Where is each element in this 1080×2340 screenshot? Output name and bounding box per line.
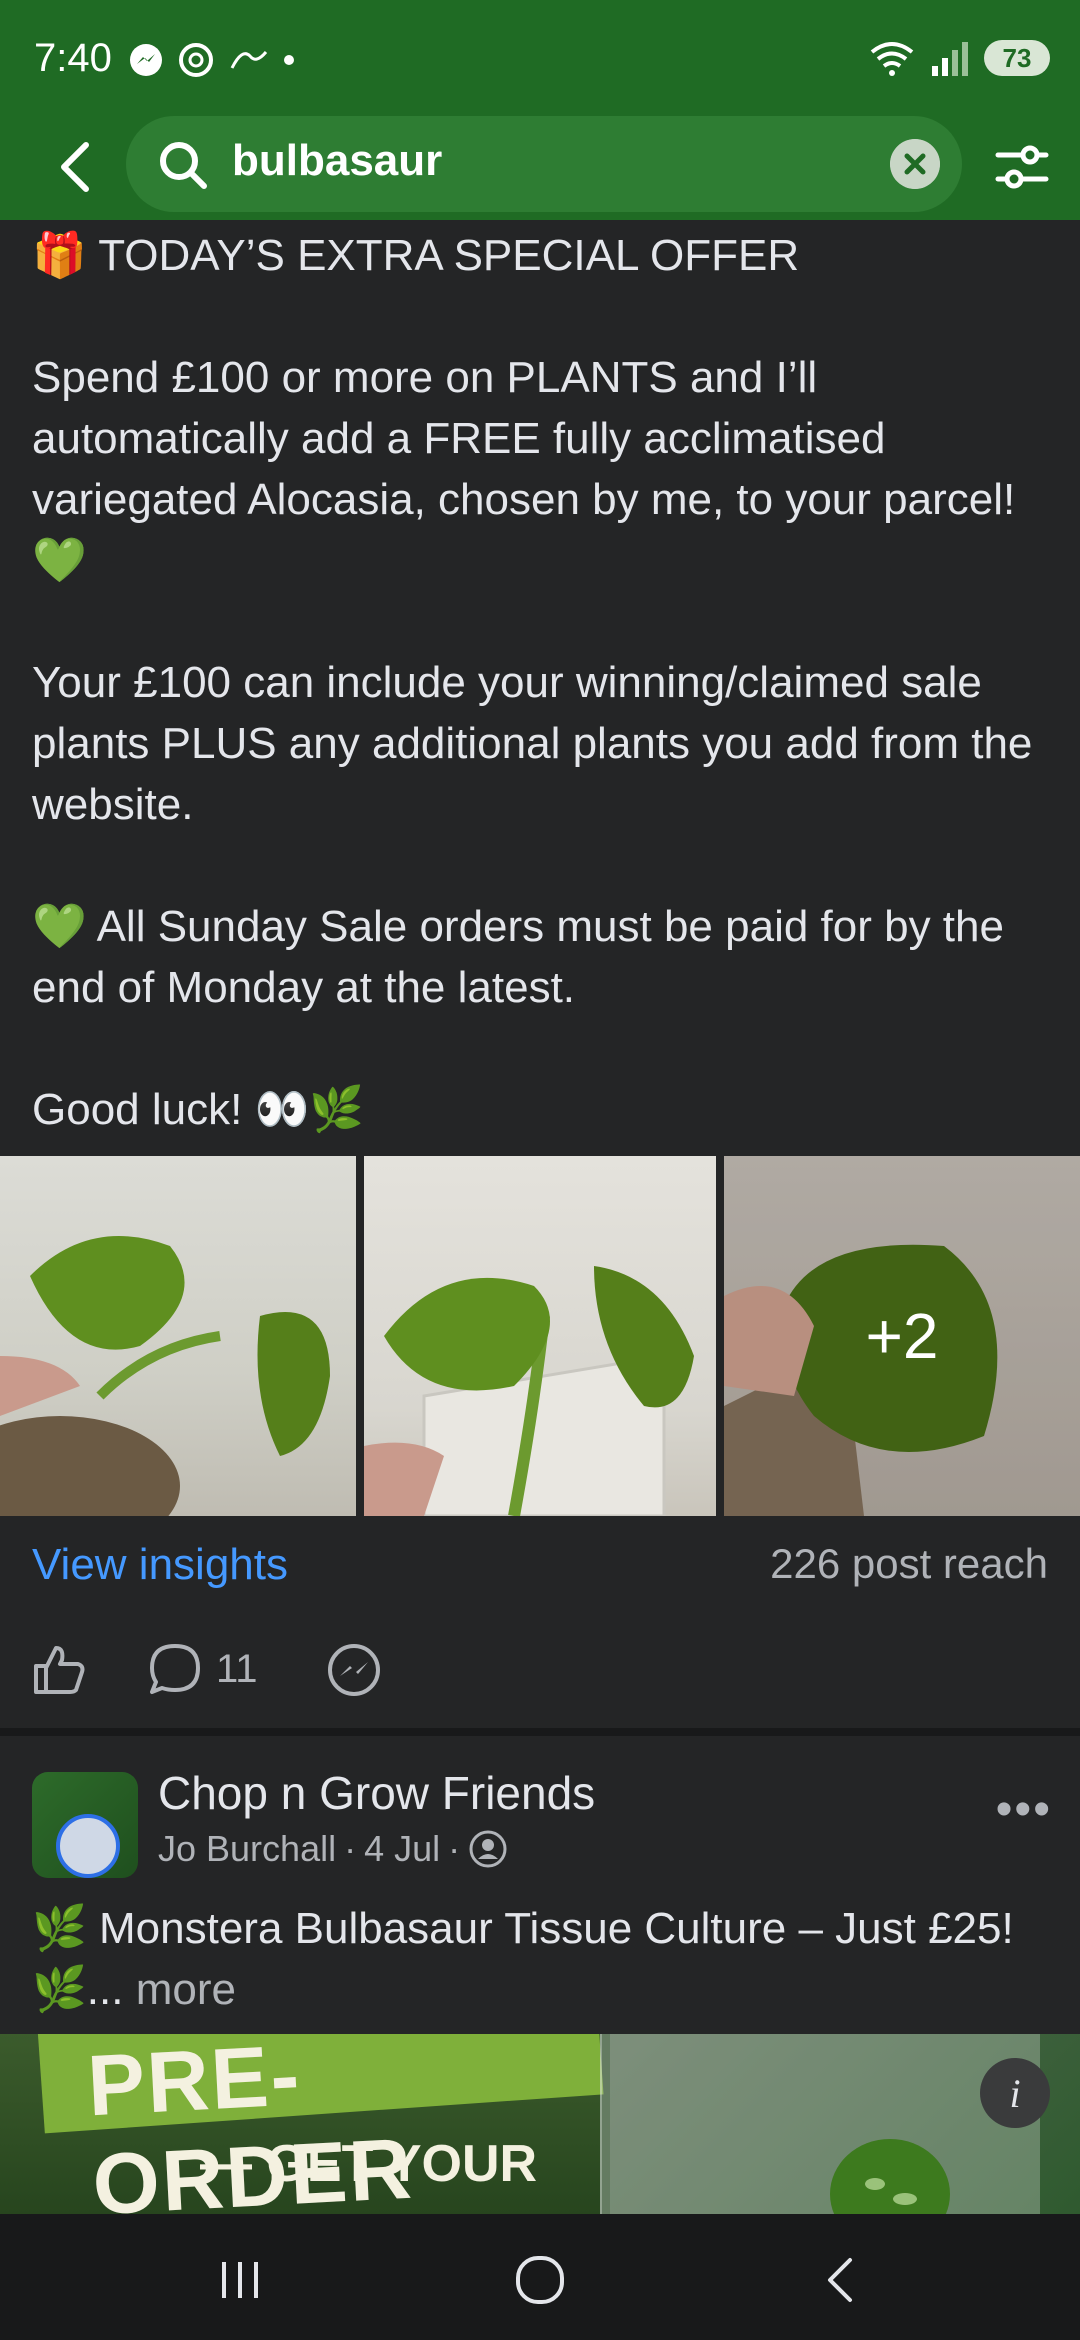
recent-apps-icon[interactable]	[210, 2250, 270, 2310]
system-navigation-bar	[0, 2214, 1080, 2340]
comment-button[interactable]: 11	[148, 1642, 258, 1696]
post-line: Spend £100 or more on PLANTS and I’ll au…	[32, 353, 1016, 585]
comment-icon	[150, 1644, 200, 1694]
search-input[interactable]: bulbasaur	[126, 116, 962, 212]
post-line	[32, 835, 1052, 896]
plant-photo[interactable]	[364, 1156, 716, 1516]
filter-icon[interactable]	[992, 137, 1052, 197]
signal-icon	[932, 42, 968, 76]
post-line	[32, 286, 1052, 347]
search-header: bulbasaur	[0, 115, 1080, 220]
status-bar: 7:40 73	[0, 0, 1080, 115]
status-time: 7:40	[34, 36, 112, 80]
ad-graphic: PRE-ORDER — GET YOUR —	[0, 2034, 604, 2214]
monstera-leaf	[830, 2139, 950, 2214]
wifi-icon	[870, 42, 914, 76]
like-button[interactable]	[32, 1642, 86, 1696]
messenger-icon	[130, 44, 162, 76]
battery-indicator: 73	[984, 40, 1050, 76]
home-icon[interactable]	[510, 2250, 570, 2310]
more-options-icon[interactable]: •••	[996, 1782, 1052, 1837]
plant-photo[interactable]	[0, 1156, 356, 1516]
insights-row: View insights 226 post reach	[0, 1516, 1080, 1616]
notification-icons	[128, 40, 296, 80]
post-card: Chop n Grow Friends Jo Burchall · 4 Jul …	[0, 1736, 1080, 2036]
plant-image	[364, 1266, 694, 1516]
more-photos-count: +2	[724, 1156, 1080, 1516]
dot-icon	[284, 55, 294, 65]
meta-separator: ·	[448, 1828, 461, 1869]
clear-search-icon[interactable]	[890, 139, 940, 189]
post-line: 🎁 TODAY’S EXTRA SPECIAL OFFER	[32, 231, 800, 280]
system-icons: 73	[868, 38, 1050, 78]
post-image[interactable]: PRE-ORDER — GET YOUR — i	[0, 2034, 1080, 2214]
photo-gallery: +2	[0, 1156, 1080, 1516]
members-audience-icon	[469, 1830, 507, 1868]
plant-photo-more[interactable]: +2	[724, 1156, 1080, 1516]
post-line	[32, 1018, 1052, 1079]
group-name[interactable]: Chop n Grow Friends	[158, 1766, 595, 1820]
post-actions: 11	[0, 1620, 1080, 1730]
comment-count: 11	[216, 1646, 258, 1691]
post-line: 💚 All Sunday Sale orders must be paid fo…	[32, 902, 1004, 1012]
post-line: Your £100 can include your winning/claim…	[32, 658, 1033, 829]
user-avatar[interactable]	[56, 1814, 120, 1878]
see-more-link[interactable]: more	[123, 1965, 236, 2014]
search-query: bulbasaur	[232, 136, 443, 185]
back-icon[interactable]	[812, 2250, 872, 2310]
post-divider	[0, 1728, 1080, 1736]
group-avatar[interactable]	[32, 1772, 138, 1878]
messenger-share-button[interactable]	[326, 1642, 382, 1698]
post-line	[32, 591, 1052, 652]
threads-icon	[179, 43, 213, 77]
meta-separator: ·	[344, 1828, 357, 1869]
ad-subtitle: — GET YOUR —	[200, 2135, 538, 2214]
post-line: Good luck! 👀🌿	[32, 1085, 365, 1134]
post-body: 🌿 Monstera Bulbasaur Tissue Culture – Ju…	[32, 1898, 1052, 2020]
thumbs-up-icon	[34, 1646, 85, 1694]
author-name[interactable]: Jo Burchall	[158, 1828, 336, 1870]
search-icon	[160, 142, 207, 189]
view-insights-link[interactable]: View insights	[32, 1540, 288, 1590]
info-icon[interactable]: i	[980, 2058, 1050, 2128]
plant-image	[0, 1236, 330, 1516]
link-icon	[230, 51, 268, 69]
post-date[interactable]: 4 Jul	[364, 1828, 440, 1870]
post-body: 🎁 TODAY’S EXTRA SPECIAL OFFER Spend £100…	[32, 225, 1052, 1140]
messenger-icon	[328, 1644, 380, 1696]
post-reach-count: 226 post reach	[770, 1540, 1048, 1587]
post-meta: Jo Burchall · 4 Jul ·	[158, 1828, 508, 1870]
back-arrow-icon[interactable]	[50, 137, 100, 197]
